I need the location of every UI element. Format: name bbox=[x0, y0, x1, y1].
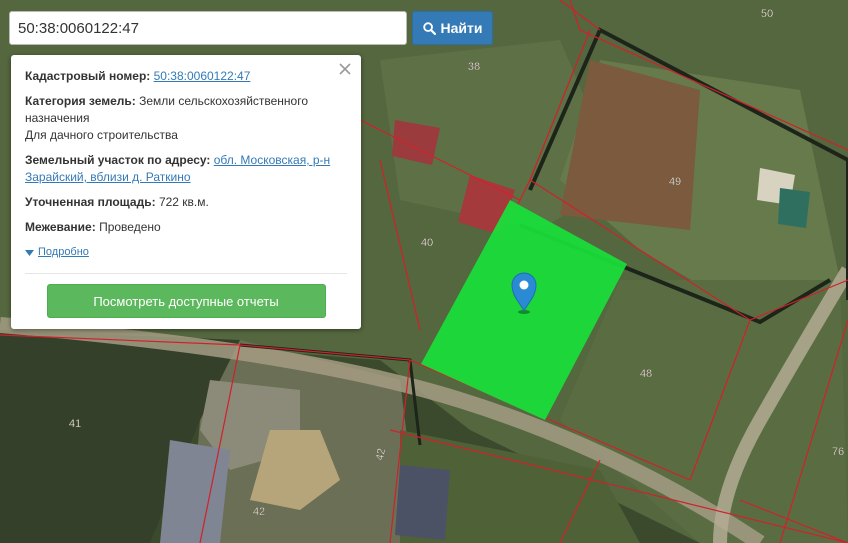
parcel-label: 49 bbox=[669, 176, 681, 188]
cadastral-number-label: Кадастровый номер: bbox=[25, 69, 151, 83]
parcel-label: 42 bbox=[253, 506, 265, 518]
parcel-label: 48 bbox=[640, 368, 652, 380]
parcel-label: 40 bbox=[421, 237, 433, 249]
close-icon[interactable] bbox=[338, 62, 352, 76]
parcel-info-panel: Кадастровый номер: 50:38:0060122:47 Кате… bbox=[11, 55, 361, 329]
address-row: Земельный участок по адресу: обл. Москов… bbox=[25, 152, 347, 186]
address-label: Земельный участок по адресу: bbox=[25, 153, 211, 167]
divider bbox=[25, 273, 347, 274]
parcel-label: 38 bbox=[468, 61, 480, 73]
caret-down-icon bbox=[25, 249, 34, 256]
survey-row: Межевание: Проведено bbox=[25, 219, 347, 236]
cadastral-number-row: Кадастровый номер: 50:38:0060122:47 bbox=[25, 68, 347, 85]
area-row: Уточненная площадь: 722 кв.м. bbox=[25, 194, 347, 211]
cadastral-number-link[interactable]: 50:38:0060122:47 bbox=[154, 69, 251, 83]
view-reports-button[interactable]: Посмотреть доступные отчеты bbox=[46, 284, 326, 318]
parcel-label: 76 bbox=[832, 446, 844, 458]
parcel-label: 41 bbox=[69, 418, 81, 430]
area-label: Уточненная площадь: bbox=[25, 195, 156, 209]
search-icon bbox=[422, 21, 436, 35]
land-category-label: Категория земель: bbox=[25, 94, 136, 108]
land-category-row: Категория земель: Земли сельскохозяйстве… bbox=[25, 93, 347, 144]
survey-value: Проведено bbox=[99, 220, 161, 234]
parcel-label: 42 bbox=[374, 447, 388, 461]
search-button-label: Найти bbox=[440, 20, 483, 36]
area-value: 722 кв.м. bbox=[158, 195, 209, 209]
search-input[interactable] bbox=[9, 11, 407, 45]
land-use-value: Для дачного строительства bbox=[25, 128, 178, 142]
survey-label: Межевание: bbox=[25, 220, 96, 234]
more-details-link[interactable]: Подробно bbox=[25, 244, 347, 261]
parcel-label: 50 bbox=[761, 8, 773, 20]
more-details-label: Подробно bbox=[38, 246, 89, 258]
search-button[interactable]: Найти bbox=[412, 11, 493, 45]
